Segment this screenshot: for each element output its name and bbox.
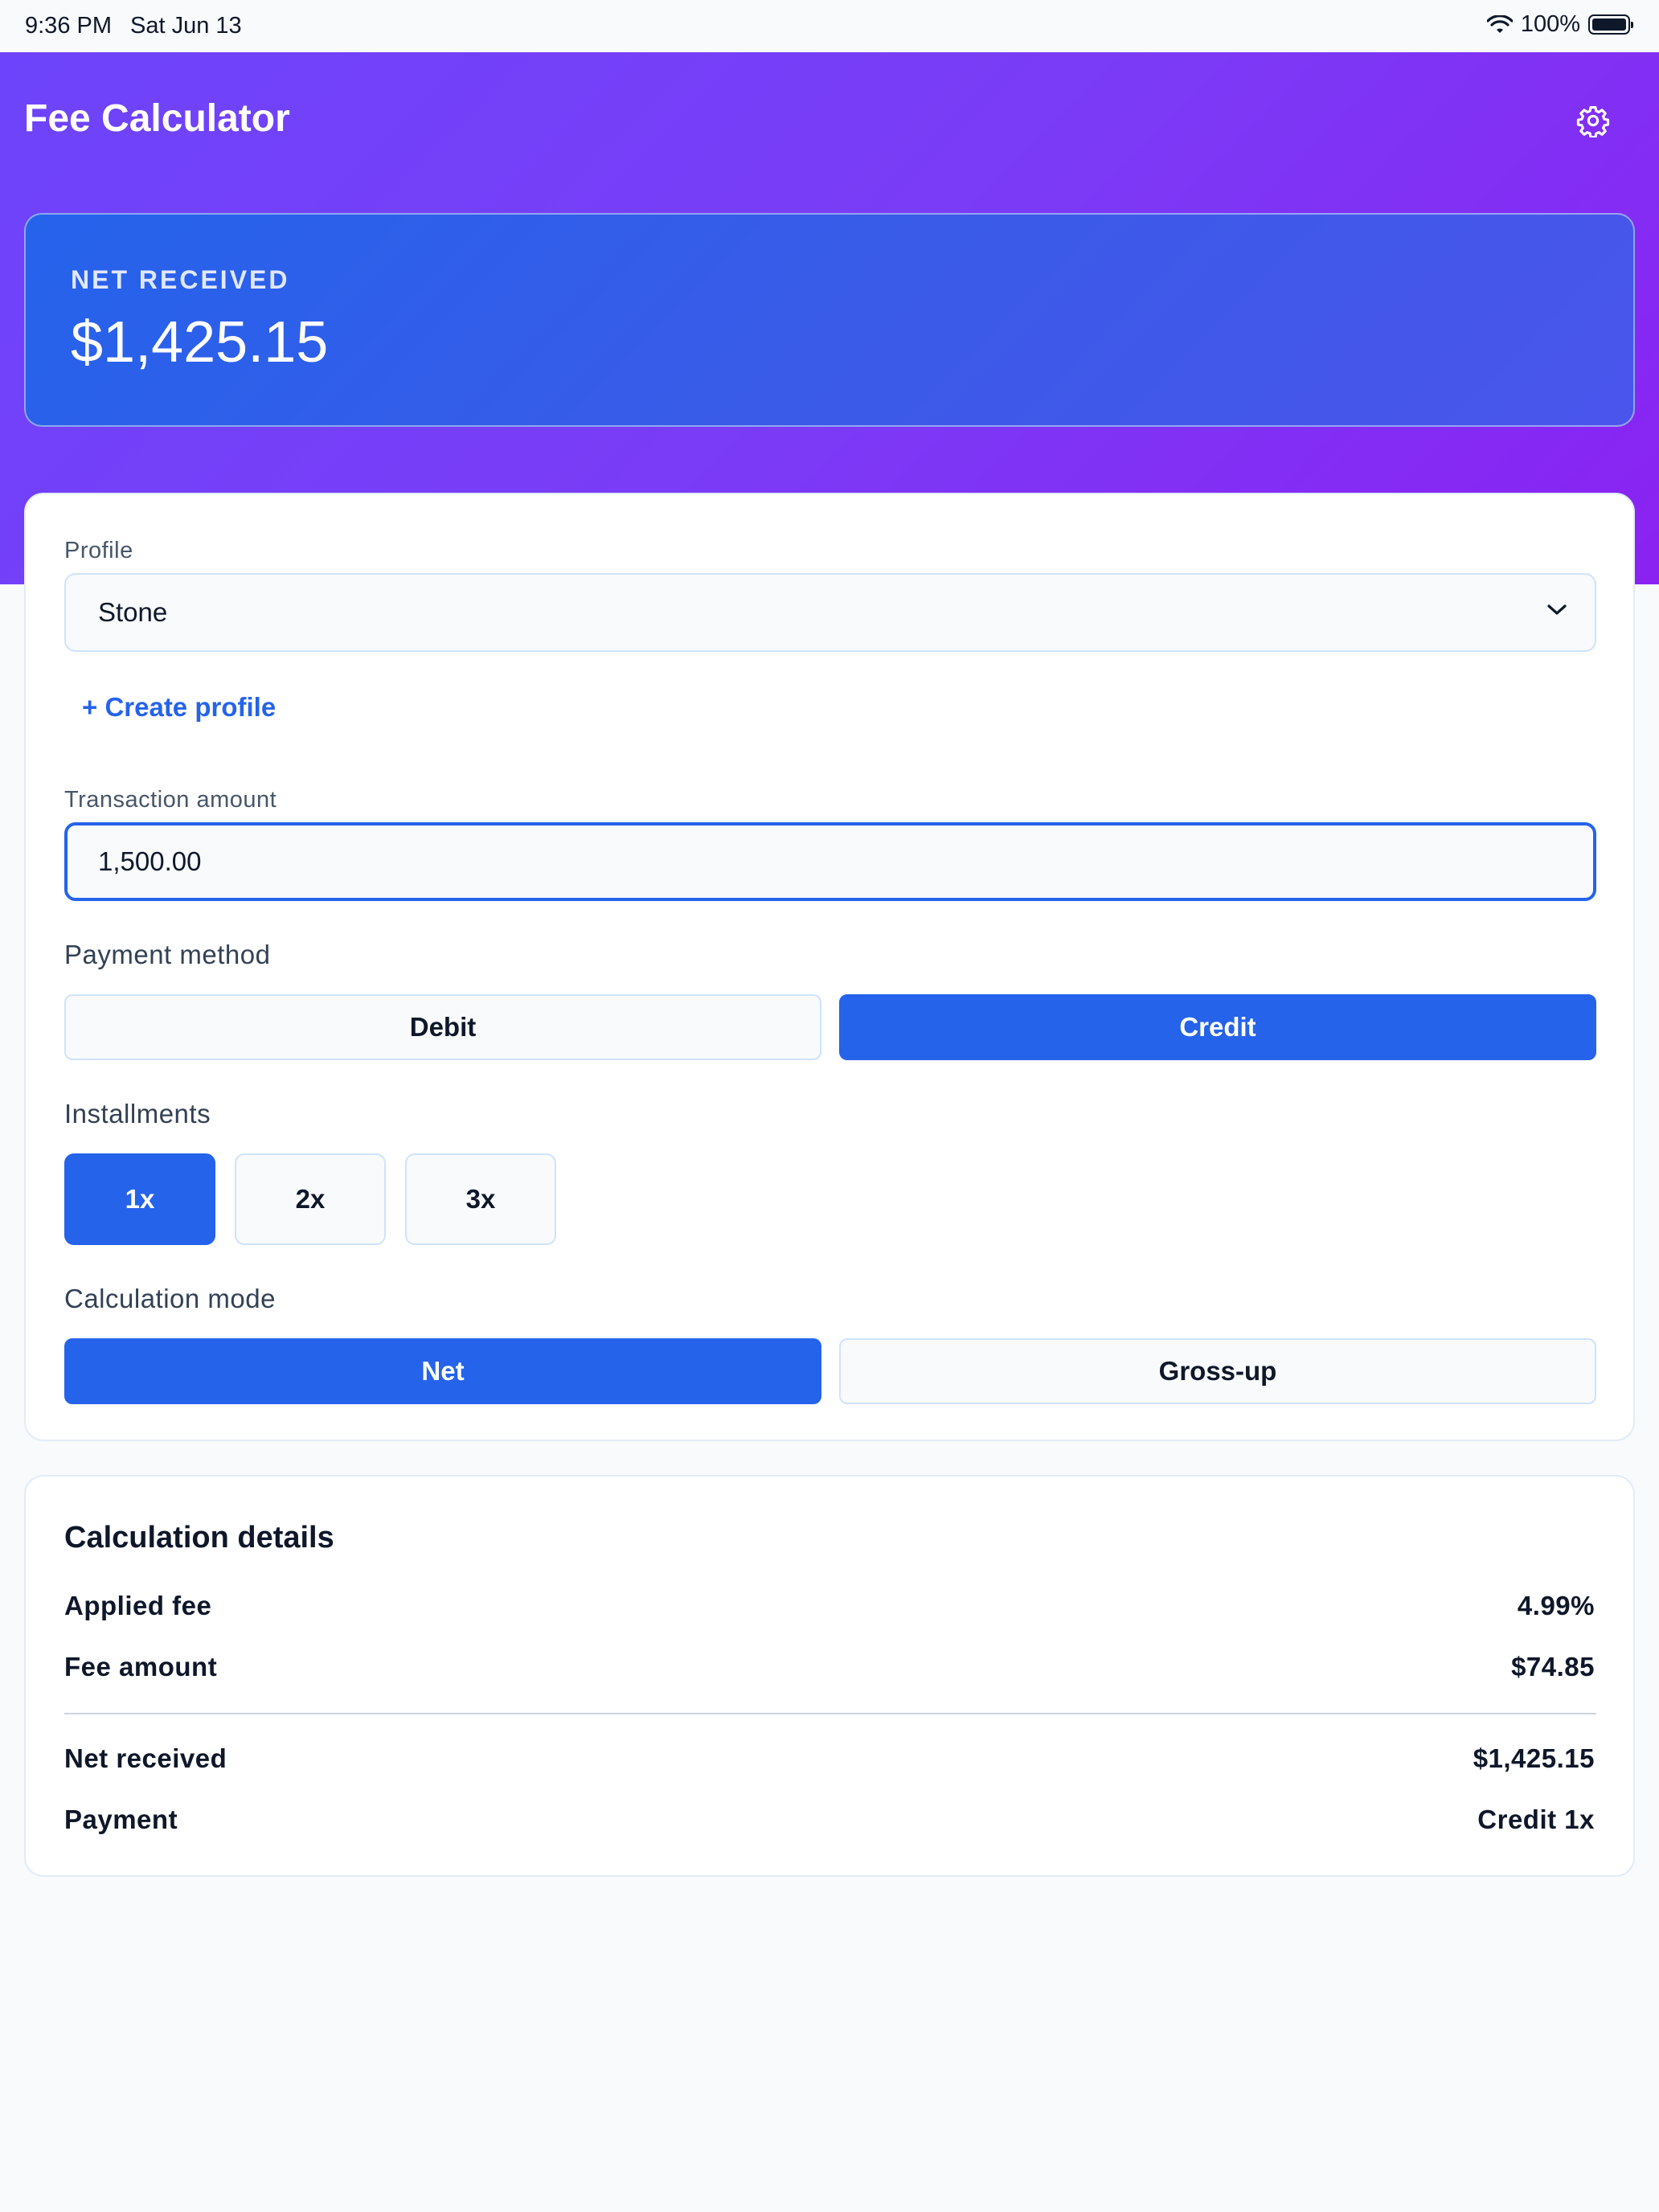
credit-button[interactable]: Credit	[839, 994, 1596, 1060]
installment-2x-button[interactable]: 2x	[235, 1153, 386, 1245]
payment-row-label: Payment	[64, 1804, 178, 1834]
net-received-label: NET RECEIVED	[71, 265, 290, 294]
applied-fee-label: Applied fee	[64, 1591, 212, 1620]
transaction-amount-input[interactable]	[64, 822, 1596, 901]
wifi-icon	[1486, 14, 1513, 33]
installments-label: Installments	[64, 1099, 211, 1129]
profile-select[interactable]: Stone	[64, 573, 1596, 652]
status-date: Sat Jun 13	[130, 13, 242, 39]
create-profile-link[interactable]: + Create profile	[82, 692, 276, 723]
calculator-form: Profile Stone + Create profile Transacti…	[24, 493, 1635, 1441]
profile-label: Profile	[64, 538, 133, 563]
installment-1x-button[interactable]: 1x	[64, 1153, 215, 1245]
net-received-row-value: $1,425.15	[1473, 1743, 1595, 1773]
net-received-card: NET RECEIVED $1,425.15	[24, 213, 1635, 427]
net-received-value: $1,425.15	[71, 310, 329, 375]
page-title: Fee Calculator	[24, 97, 290, 140]
calculation-mode-label: Calculation mode	[64, 1284, 276, 1313]
status-right: 100%	[1486, 11, 1633, 38]
details-divider	[64, 1713, 1596, 1714]
calculation-details-card: Calculation details Applied fee 4.99% Fe…	[24, 1475, 1635, 1877]
battery-icon	[1588, 14, 1633, 35]
fee-amount-value: $74.85	[1511, 1652, 1595, 1682]
debit-button[interactable]: Debit	[64, 994, 821, 1060]
payment-row-value: Credit 1x	[1477, 1804, 1595, 1834]
net-mode-button[interactable]: Net	[64, 1338, 821, 1404]
status-time: 9:36 PM	[25, 13, 112, 39]
applied-fee-value: 4.99%	[1517, 1591, 1595, 1620]
net-received-row-label: Net received	[64, 1743, 227, 1773]
fee-amount-label: Fee amount	[64, 1652, 218, 1682]
status-bar: 9:36 PM Sat Jun 13 100%	[0, 0, 1659, 52]
settings-button[interactable]	[1572, 100, 1614, 141]
transaction-amount-label: Transaction amount	[64, 787, 277, 813]
gross-up-mode-button[interactable]: Gross-up	[839, 1338, 1596, 1404]
battery-percent: 100%	[1520, 11, 1580, 37]
chevron-down-icon	[1547, 604, 1567, 615]
profile-select-value: Stone	[98, 597, 168, 627]
installment-3x-button[interactable]: 3x	[405, 1153, 556, 1245]
calculation-details-title: Calculation details	[64, 1521, 334, 1555]
payment-method-label: Payment method	[64, 940, 271, 969]
gear-icon	[1576, 105, 1610, 137]
